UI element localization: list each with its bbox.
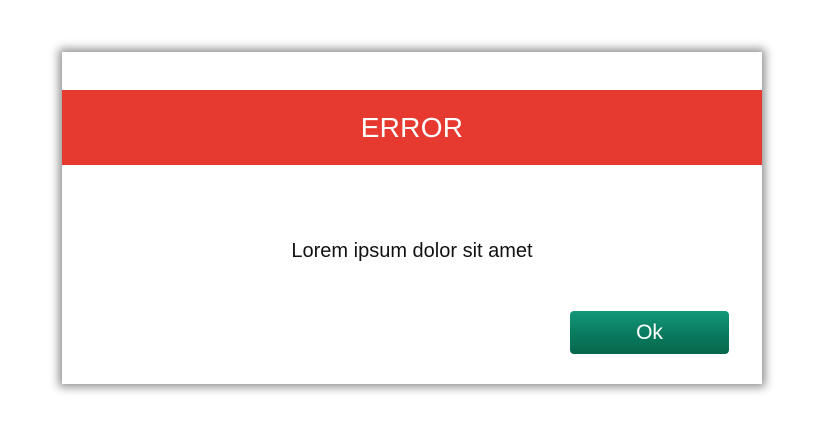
error-banner: ERROR <box>62 90 762 165</box>
error-dialog: ERROR Lorem ipsum dolor sit amet Ok <box>62 52 762 384</box>
dialog-message: Lorem ipsum dolor sit amet <box>291 240 533 262</box>
stage: ERROR Lorem ipsum dolor sit amet Ok <box>0 0 825 437</box>
ok-button[interactable]: Ok <box>570 311 729 354</box>
dialog-title: ERROR <box>360 111 464 143</box>
